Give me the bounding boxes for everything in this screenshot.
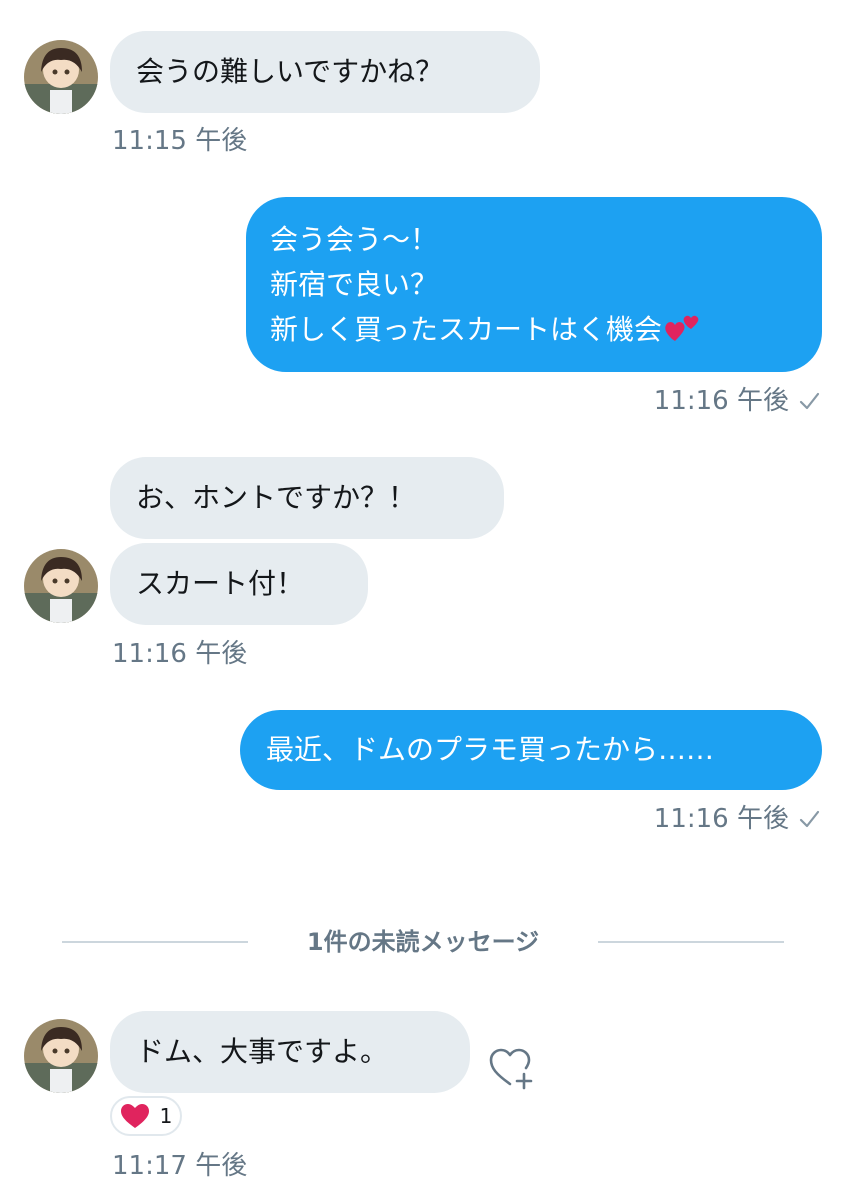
message-text: ドム、大事ですよ。: [136, 1035, 389, 1068]
message-bubble-outgoing[interactable]: 会う会う〜！ 新宿で良い？ 新しく買ったスカートはく機会: [246, 197, 822, 372]
message-text: 最近、ドムのプラモ買ったから……: [266, 733, 715, 766]
message-bubble-incoming[interactable]: ドム、大事ですよ。: [110, 1011, 470, 1093]
message-bubble-incoming[interactable]: スカート付！: [110, 543, 368, 625]
heart-plus-icon[interactable]: [488, 1046, 538, 1092]
timestamp: 11:17 午後: [112, 1151, 248, 1181]
message-bubble-incoming[interactable]: 会うの難しいですかね？: [110, 31, 540, 113]
timestamp: 11:16 午後: [653, 804, 789, 834]
timestamp: 11:16 午後: [112, 639, 248, 669]
avatar[interactable]: [24, 549, 98, 623]
timestamp-row: 11:16 午後: [654, 386, 821, 416]
check-icon: [799, 392, 820, 410]
reaction-count: 1: [159, 1104, 173, 1128]
message-text-line: 新しく買ったスカートはく機会: [270, 307, 798, 352]
message-text-line: 新宿で良い？: [270, 268, 439, 301]
two-hearts-emoji: [665, 315, 699, 341]
message-bubble-incoming[interactable]: お、ホントですか？！: [110, 457, 504, 539]
message-text: お、ホントですか？！: [136, 481, 417, 514]
avatar[interactable]: [24, 40, 98, 114]
message-text-line: 会う会う〜！: [270, 223, 439, 256]
timestamp: 11:16 午後: [653, 386, 789, 416]
heart-icon: [120, 1104, 149, 1128]
message-text: 新しく買ったスカートはく機会: [270, 313, 663, 346]
message-text: 会うの難しいですかね？: [136, 55, 444, 88]
check-icon: [799, 810, 820, 828]
reaction-pill[interactable]: 1: [110, 1096, 182, 1136]
timestamp-row: 11:16 午後: [654, 804, 821, 834]
divider-line-right: [598, 941, 784, 943]
divider-line-left: [62, 941, 248, 943]
unread-divider-label: 1件の未読メッセージ: [306, 928, 540, 956]
message-bubble-outgoing[interactable]: 最近、ドムのプラモ買ったから……: [240, 710, 822, 790]
timestamp: 11:15 午後: [112, 126, 248, 156]
avatar[interactable]: [24, 1019, 98, 1093]
message-text: スカート付！: [136, 567, 305, 600]
